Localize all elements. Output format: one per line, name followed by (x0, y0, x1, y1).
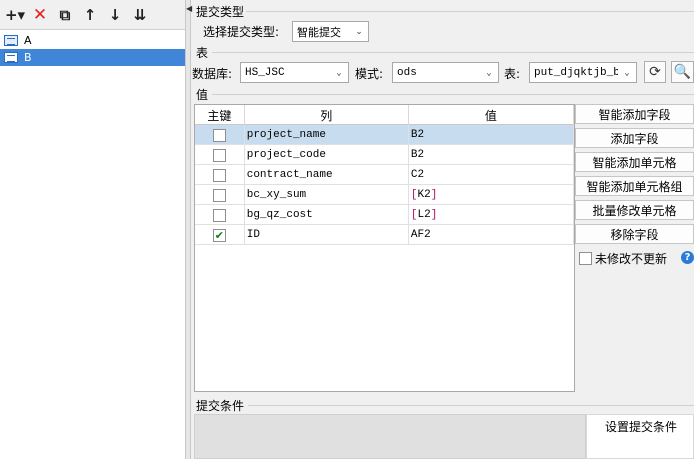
move-up-icon[interactable]: ↑ (79, 4, 101, 26)
schema-label: 模式: (355, 67, 384, 81)
bracket-open: [ (410, 189, 418, 201)
splitter[interactable]: ◀ (186, 0, 192, 459)
batch-edit-cell-button[interactable]: 批量修改单元格 (575, 200, 694, 220)
value-cell[interactable]: [L2] (409, 205, 574, 225)
tree-item-label: A (24, 34, 32, 47)
column-cell[interactable]: bg_qz_cost (245, 205, 409, 225)
cell-ref: L2 (417, 209, 431, 221)
column-header-key[interactable]: 主键 (195, 105, 245, 125)
schema-value: ods (397, 66, 417, 79)
divider (212, 52, 694, 53)
table-row[interactable]: contract_name C2 (195, 165, 574, 185)
chevron-down-icon[interactable]: ⌄ (350, 22, 368, 41)
smart-add-cell-group-button[interactable]: 智能添加单元格组 (575, 176, 694, 196)
divider (248, 405, 694, 406)
table-value: put_djqktjb_b (534, 66, 620, 79)
no-update-checkbox[interactable] (579, 252, 592, 265)
value-cell[interactable]: B2 (409, 145, 574, 165)
preview-button[interactable]: 🔍 (671, 61, 694, 83)
chevron-down-icon[interactable]: ⌄ (618, 63, 636, 82)
submit-type-select[interactable]: 智能提交 ⌄ (292, 21, 369, 42)
column-header-column[interactable]: 列 (245, 105, 409, 125)
right-pane: 提交类型 选择提交类型: 智能提交 ⌄ 表 数据库: HS_JSC ⌄ 模式: … (192, 0, 694, 459)
bracket-close: ] (430, 209, 438, 221)
table-row[interactable]: bc_xy_sum [K2] (195, 185, 574, 205)
primary-key-checkbox[interactable] (212, 168, 226, 182)
primary-key-checkbox[interactable] (212, 128, 226, 142)
field-table: 主键 列 值 project_name B2 project_code B2 c… (194, 104, 575, 392)
values-section-label: 值 (196, 88, 209, 102)
column-cell[interactable]: bc_xy_sum (245, 185, 409, 205)
table-select[interactable]: put_djqktjb_b ⌄ (529, 62, 637, 83)
database-value: HS_JSC (245, 66, 285, 79)
key-cell (195, 125, 245, 145)
table-label: 表: (504, 67, 521, 81)
condition-area[interactable] (194, 414, 586, 459)
chevron-down-icon[interactable]: ⌄ (480, 63, 498, 82)
value-cell[interactable]: B2 (409, 125, 574, 145)
value-cell[interactable]: AF2 (409, 225, 574, 245)
condition-section-label: 提交条件 (196, 399, 245, 413)
help-icon[interactable]: ? (681, 251, 694, 264)
key-cell (195, 185, 245, 205)
tree-item-label: B (24, 51, 32, 64)
table-row[interactable]: project_name B2 (195, 125, 574, 145)
primary-key-checkbox[interactable] (212, 188, 226, 202)
tree-item-b[interactable]: B (0, 49, 185, 66)
smart-add-cell-button[interactable]: 智能添加单元格 (575, 152, 694, 172)
set-condition-button[interactable]: 设置提交条件 (605, 418, 677, 435)
bracket-open: [ (410, 209, 418, 221)
delete-icon[interactable]: ✕ (29, 4, 51, 26)
value-cell[interactable]: [K2] (409, 185, 574, 205)
table-icon (4, 35, 18, 46)
key-cell (195, 165, 245, 185)
move-bottom-icon[interactable]: ⇊ (129, 4, 151, 26)
key-cell: ✔ (195, 225, 245, 245)
no-update-option[interactable]: 未修改不更新 (579, 250, 667, 267)
preview-icon: 🔍 (673, 64, 692, 80)
table-section-label: 表 (196, 46, 209, 60)
divider (246, 11, 694, 12)
cell-ref: K2 (417, 189, 431, 201)
submit-type-section-label: 提交类型 (196, 5, 245, 19)
remove-field-button[interactable]: 移除字段 (575, 224, 694, 244)
copy-icon[interactable]: ⧉ (54, 4, 76, 26)
column-cell[interactable]: project_code (245, 145, 409, 165)
left-toolbar: +▾ ✕ ⧉ ↑ ↓ ⇊ (0, 0, 185, 30)
key-cell (195, 205, 245, 225)
table-icon (4, 52, 18, 63)
condition-button-area: 设置提交条件 (586, 414, 694, 459)
primary-key-checkbox[interactable]: ✔ (212, 228, 226, 242)
column-cell[interactable]: ID (245, 225, 409, 245)
move-down-icon[interactable]: ↓ (104, 4, 126, 26)
column-cell[interactable]: project_name (245, 125, 409, 145)
chevron-down-icon[interactable]: ⌄ (330, 63, 348, 82)
divider (212, 94, 694, 95)
table-header: 主键 列 值 (195, 105, 574, 125)
primary-key-checkbox[interactable] (212, 148, 226, 162)
column-cell[interactable]: contract_name (245, 165, 409, 185)
database-label: 数据库: (192, 67, 233, 81)
left-pane: +▾ ✕ ⧉ ↑ ↓ ⇊ A B (0, 0, 186, 459)
table-row[interactable]: bg_qz_cost [L2] (195, 205, 574, 225)
table-row[interactable]: ✔ ID AF2 (195, 225, 574, 245)
bracket-close: ] (430, 189, 438, 201)
no-update-label: 未修改不更新 (595, 252, 668, 266)
table-row[interactable]: project_code B2 (195, 145, 574, 165)
smart-add-field-button[interactable]: 智能添加字段 (575, 104, 694, 124)
add-dropdown-icon[interactable]: +▾ (4, 4, 26, 26)
schema-select[interactable]: ods ⌄ (392, 62, 499, 83)
value-cell[interactable]: C2 (409, 165, 574, 185)
key-cell (195, 145, 245, 165)
refresh-button[interactable]: ⟳ (644, 61, 666, 83)
add-field-button[interactable]: 添加字段 (575, 128, 694, 148)
tree-list: A B (0, 30, 185, 66)
primary-key-checkbox[interactable] (212, 208, 226, 222)
submit-type-label: 选择提交类型: (203, 25, 280, 39)
refresh-icon: ⟳ (649, 64, 661, 80)
column-header-value[interactable]: 值 (409, 105, 574, 125)
tree-item-a[interactable]: A (0, 32, 185, 49)
submit-type-value: 智能提交 (297, 25, 341, 39)
database-select[interactable]: HS_JSC ⌄ (240, 62, 349, 83)
